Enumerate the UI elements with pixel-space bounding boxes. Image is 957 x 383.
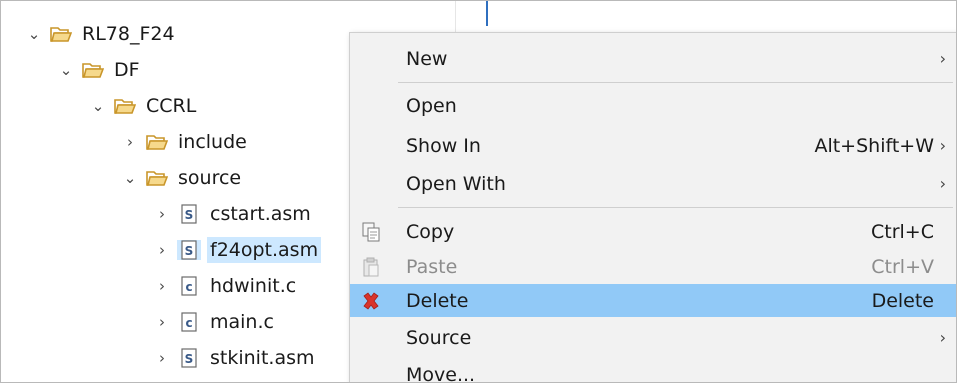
menu-item-label: Show In <box>406 134 481 157</box>
c-file-icon: c <box>177 276 201 296</box>
folder-open-icon <box>49 24 73 44</box>
collapse-chevron-icon[interactable]: › <box>151 313 173 331</box>
menu-item-label: New <box>406 47 448 70</box>
menu-item-label: Paste <box>406 255 458 278</box>
tree-item-ccrl[interactable]: ⌄ CCRL <box>87 89 199 123</box>
submenu-arrow-icon: › <box>939 174 946 193</box>
tree-item-cstart-asm[interactable]: › S cstart.asm <box>151 197 314 231</box>
menu-item-show-in[interactable]: Show In Alt+Shift+W › <box>350 129 956 162</box>
menu-item-paste[interactable]: Paste Ctrl+V <box>350 250 956 283</box>
collapse-chevron-icon[interactable]: › <box>151 277 173 295</box>
submenu-arrow-icon: › <box>939 136 946 155</box>
paste-icon <box>360 256 382 278</box>
tree-item-rl78-f24[interactable]: ⌄ RL78_F24 <box>23 17 178 51</box>
submenu-arrow-icon: › <box>939 328 946 347</box>
tree-item-label: hdwinit.c <box>210 275 297 297</box>
menu-item-label: Move... <box>406 363 476 383</box>
c-file-icon: c <box>177 312 201 332</box>
menu-item-label: Source <box>406 326 472 349</box>
tree-item-stkinit-asm[interactable]: › S stkinit.asm <box>151 341 318 375</box>
submenu-arrow-icon: › <box>939 49 946 68</box>
tree-item-df[interactable]: ⌄ DF <box>55 53 143 87</box>
menu-item-open-with[interactable]: Open With › <box>350 167 956 200</box>
tree-item-label: cstart.asm <box>210 203 311 225</box>
menu-separator <box>398 207 953 208</box>
menu-item-delete[interactable]: Delete Delete <box>350 284 956 317</box>
asm-file-icon: S <box>177 348 201 368</box>
folder-open-icon <box>145 168 169 188</box>
copy-icon <box>360 221 382 243</box>
menu-item-copy[interactable]: Copy Ctrl+C <box>350 215 956 248</box>
tree-item-label: include <box>178 131 247 153</box>
folder-open-icon <box>145 132 169 152</box>
folder-open-icon <box>113 96 137 116</box>
menu-item-move[interactable]: Move... <box>350 358 956 383</box>
svg-text:S: S <box>185 208 194 222</box>
menu-item-shortcut: Alt+Shift+W <box>814 134 934 157</box>
menu-item-label: Copy <box>406 220 455 243</box>
menu-item-label: Delete <box>406 289 469 312</box>
tree-item-f24opt-asm[interactable]: › S f24opt.asm <box>151 233 322 267</box>
tree-item-label: DF <box>114 59 140 81</box>
tree-item-label: stkinit.asm <box>210 347 315 369</box>
tree-item-hdwinit-c[interactable]: › c hdwinit.c <box>151 269 299 303</box>
tree-item-label: f24opt.asm <box>207 237 322 263</box>
folder-open-icon <box>81 60 105 80</box>
expand-chevron-icon[interactable]: ⌄ <box>119 169 141 187</box>
tree-item-label: source <box>178 167 242 189</box>
collapse-chevron-icon[interactable]: › <box>151 205 173 223</box>
context-menu: New › Open Show In Alt+Shift+W › Open Wi… <box>349 32 956 383</box>
tree-item-label: main.c <box>210 311 274 333</box>
expand-chevron-icon[interactable]: ⌄ <box>87 97 109 115</box>
asm-file-icon: S <box>177 240 201 260</box>
app-window: ⌄ RL78_F24 ⌄ DF ⌄ CCRL › include ⌄ sourc… <box>0 0 957 383</box>
collapse-chevron-icon[interactable]: › <box>119 133 141 151</box>
menu-item-label: Open <box>406 94 457 117</box>
collapse-chevron-icon[interactable]: › <box>151 349 173 367</box>
tree-item-label: RL78_F24 <box>82 23 175 45</box>
delete-icon <box>360 290 382 312</box>
tree-item-include[interactable]: › include <box>119 125 250 159</box>
editor-cursor-line <box>486 1 488 26</box>
menu-item-shortcut: Ctrl+C <box>871 220 934 243</box>
svg-text:c: c <box>185 316 192 330</box>
tree-item-label: CCRL <box>146 95 197 117</box>
expand-chevron-icon[interactable]: ⌄ <box>23 25 45 43</box>
menu-item-shortcut: Ctrl+V <box>871 255 934 278</box>
svg-text:S: S <box>185 352 194 366</box>
svg-text:S: S <box>185 244 194 258</box>
tree-item-source[interactable]: ⌄ source <box>119 161 244 195</box>
menu-item-shortcut: Delete <box>871 289 934 312</box>
menu-item-label: Open With <box>406 172 506 195</box>
menu-item-new[interactable]: New › <box>350 42 956 75</box>
menu-item-open[interactable]: Open <box>350 89 956 122</box>
collapse-chevron-icon[interactable]: › <box>151 241 173 259</box>
menu-item-source[interactable]: Source › <box>350 321 956 354</box>
asm-file-icon: S <box>177 204 201 224</box>
tree-item-main-c[interactable]: › c main.c <box>151 305 277 339</box>
menu-separator <box>398 82 953 83</box>
expand-chevron-icon[interactable]: ⌄ <box>55 61 77 79</box>
svg-text:c: c <box>185 280 192 294</box>
